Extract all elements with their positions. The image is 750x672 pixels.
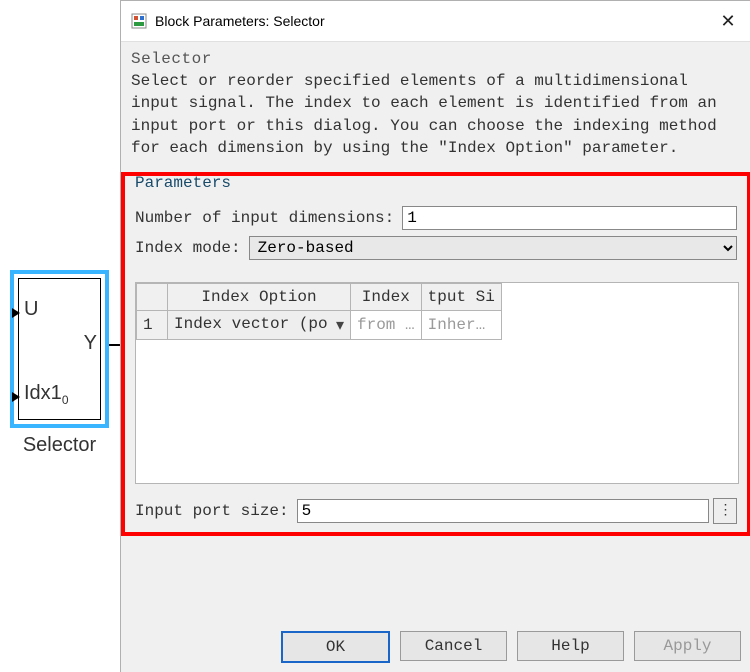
num-input-dimensions-row: Number of input dimensions: (135, 206, 737, 230)
port-label-idx: Idx10 (24, 382, 69, 407)
port-label-idx-text: Idx1 (24, 382, 62, 404)
dialog-title: Block Parameters: Selector (155, 13, 325, 29)
port-label-y: Y (84, 332, 97, 355)
cancel-button[interactable]: Cancel (400, 631, 507, 661)
ok-button[interactable]: OK (281, 631, 390, 663)
index-mode-select[interactable]: Zero-based (249, 236, 737, 260)
input-port-size-label: Input port size: (135, 502, 289, 520)
close-button[interactable]: ✕ (705, 1, 750, 41)
block-parameters-dialog: Block Parameters: Selector ✕ Selector Se… (120, 0, 750, 672)
close-icon: ✕ (720, 11, 735, 32)
dialog-icon (131, 13, 147, 29)
port-label-idx-sub: 0 (62, 393, 69, 407)
index-mode-label: Index mode: (135, 239, 241, 257)
selector-block[interactable]: U Y Idx10 Selector (10, 270, 109, 457)
input-port-idx-arrow (12, 392, 20, 402)
index-option-table[interactable]: Index Option Index tput Si 1 Index vecto… (135, 282, 739, 484)
parameters-group: Parameters Number of input dimensions: I… (121, 172, 750, 536)
help-button[interactable]: Help (517, 631, 624, 661)
titlebar[interactable]: Block Parameters: Selector ✕ (121, 1, 750, 42)
dialog-footer: OK Cancel Help Apply (281, 631, 741, 663)
index-mode-row: Index mode: Zero-based (135, 236, 737, 260)
num-input-dimensions-label: Number of input dimensions: (135, 209, 394, 227)
row-number: 1 (137, 310, 168, 339)
input-port-size-row: Input port size: ⋮ (135, 498, 737, 524)
port-label-u: U (24, 298, 38, 321)
index-option-cell[interactable]: Index vector (po ▾ (168, 310, 351, 339)
input-port-u-arrow (12, 308, 20, 318)
table-row[interactable]: 1 Index vector (po ▾ from … Inher… (137, 310, 502, 339)
apply-button: Apply (634, 631, 741, 661)
col-header-index[interactable]: Index (351, 283, 422, 310)
input-port-size-input[interactable] (297, 499, 709, 523)
col-header-index-option[interactable]: Index Option (168, 283, 351, 310)
block-description: Select or reorder specified elements of … (131, 70, 741, 160)
parameters-legend: Parameters (135, 174, 737, 198)
more-icon: ⋮ (719, 502, 732, 519)
table-corner (137, 283, 168, 310)
chevron-down-icon: ▾ (336, 315, 344, 335)
index-option-cell-text: Index vector (po (174, 315, 328, 333)
col-header-output-size[interactable]: tput Si (421, 283, 501, 310)
block-caption: Selector (10, 434, 109, 457)
output-size-cell: Inher… (421, 310, 501, 339)
section-title: Selector (131, 50, 741, 68)
index-cell: from … (351, 310, 422, 339)
input-port-size-more-button[interactable]: ⋮ (713, 498, 737, 524)
num-input-dimensions-input[interactable] (402, 206, 737, 230)
